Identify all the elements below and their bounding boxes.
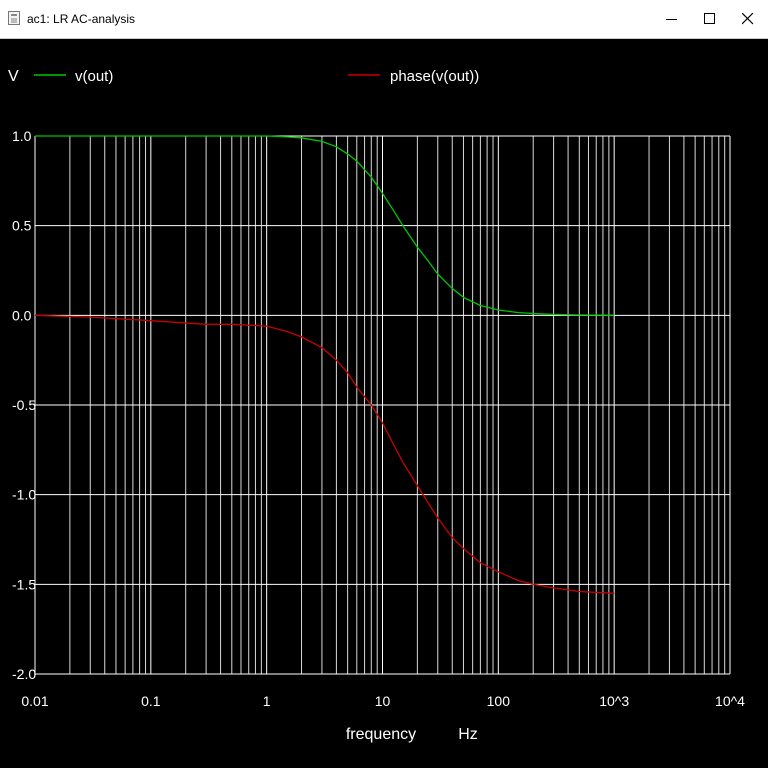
close-icon: [742, 13, 754, 25]
x-tick-label: 10: [375, 693, 391, 709]
minimize-icon: [666, 19, 677, 20]
x-axis-unit: Hz: [458, 726, 478, 743]
maximize-icon: [704, 13, 715, 24]
y-tick-label: 0.0: [12, 307, 32, 323]
x-axis-label: frequency: [346, 726, 416, 743]
y-tick-label: -1.5: [12, 576, 36, 592]
legend-label: phase(v(out)): [390, 68, 479, 85]
series-lines: [34, 135, 615, 594]
y-tick-labels: 1.0 0.5 0.0 -0.5 -1.0 -1.5 -2.0: [12, 128, 36, 682]
y-tick-label: -2.0: [12, 666, 36, 682]
x-tick-labels: 0.01 0.1 1 10 100 10^3 10^4: [21, 693, 745, 709]
series-line: [34, 314, 615, 594]
title-bar: ac1: LR AC-analysis: [0, 0, 768, 39]
x-tick-label: 100: [487, 693, 511, 709]
maximize-button[interactable]: [692, 0, 728, 38]
x-tick-label: 10^4: [715, 693, 745, 709]
y-tick-label: 1.0: [12, 128, 32, 144]
minimize-button[interactable]: [654, 0, 690, 38]
ac-analysis-chart: V v(out) phase(v(out)) 1.0 0.5 0.0 -0.5 -1.0 -…: [8, 68, 745, 743]
app-window-icon: [8, 11, 20, 25]
x-tick-label: 10^3: [599, 693, 629, 709]
x-tick-label: 0.1: [141, 693, 161, 709]
legend-label: v(out): [75, 68, 113, 85]
legend: v(out) phase(v(out)): [34, 68, 479, 85]
y-tick-label: 0.5: [12, 218, 32, 234]
x-tick-label: 0.01: [21, 693, 48, 709]
x-tick-label: 1: [263, 693, 271, 709]
y-tick-label: -0.5: [12, 397, 36, 413]
window-title: ac1: LR AC-analysis: [27, 12, 136, 26]
close-button[interactable]: [730, 0, 766, 38]
plot-area: V v(out) phase(v(out)) 1.0 0.5 0.0 -0.5 -1.0 -…: [0, 39, 768, 768]
y-axis-label: V: [8, 68, 19, 85]
y-tick-label: -1.0: [12, 487, 36, 503]
grid: [34, 135, 731, 675]
